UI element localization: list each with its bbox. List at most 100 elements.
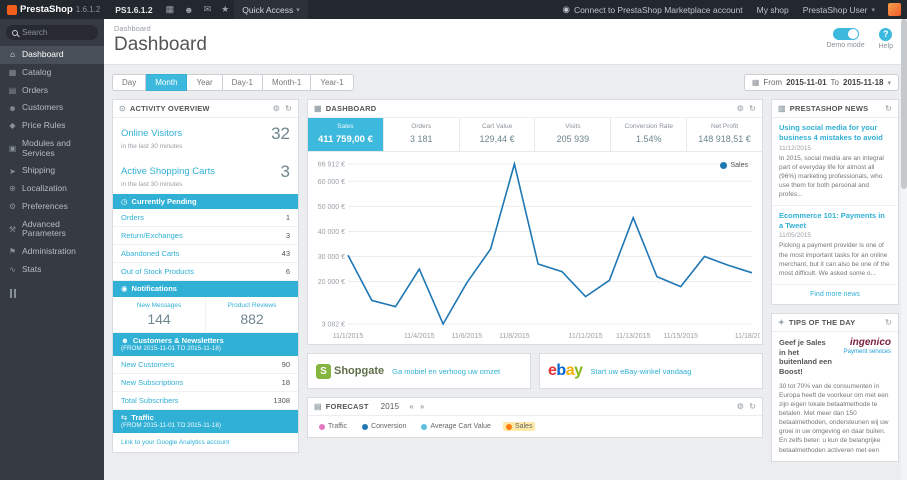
- customers-icon: ☻: [121, 335, 129, 345]
- forecast-legend-traffic[interactable]: Traffic: [316, 422, 350, 431]
- month-button[interactable]: Month: [146, 74, 188, 91]
- quick-access-menu[interactable]: Quick Access ▾: [234, 0, 308, 19]
- news-article: Using social media for your business 4 m…: [772, 118, 898, 206]
- sidebar-item-advanced-parameters[interactable]: ⚒ Advanced Parameters: [0, 216, 104, 244]
- kpi-visits[interactable]: Visits 205 939: [535, 118, 612, 151]
- sidebar-item-dashboard[interactable]: ⌂ Dashboard: [0, 46, 104, 64]
- previous-arrow-icon[interactable]: «: [409, 402, 415, 411]
- abandoned-carts-link[interactable]: Abandoned Carts: [121, 249, 179, 258]
- shop-name[interactable]: PS1.6.1.2: [107, 0, 160, 19]
- messages-icon[interactable]: ✉: [199, 0, 217, 19]
- month-1-button[interactable]: Month-1: [262, 74, 312, 91]
- sidebar-item-price-rules[interactable]: ◆ Price Rules: [0, 117, 104, 135]
- sidebar-item-modules[interactable]: ▣ Modules and Services: [0, 135, 104, 163]
- sidebar-collapse-button[interactable]: [10, 288, 22, 298]
- panel-actions: ⚙ ↻: [737, 402, 756, 411]
- shopgate-link[interactable]: Ga mobiel en verhoog uw omzet: [392, 367, 500, 376]
- news-article: Ecommerce 101: Payments in a Tweet 11/05…: [772, 206, 898, 285]
- sidebar-item-catalog[interactable]: ▦ Catalog: [0, 64, 104, 82]
- pending-returns-link[interactable]: Return/Exchanges: [121, 231, 183, 240]
- total-subscribers-link[interactable]: Total Subscribers: [121, 396, 179, 405]
- sidebar-item-localization[interactable]: ⊕ Localization: [0, 180, 104, 198]
- marketplace-link[interactable]: ◉ Connect to PrestaShop Marketplace acco…: [556, 0, 750, 19]
- active-carts-link[interactable]: Active Shopping Carts: [121, 166, 215, 177]
- help-label: Help: [878, 43, 893, 50]
- tips-panel-title: TIPS OF THE DAY: [788, 317, 856, 327]
- customers-topbar-icon[interactable]: ☻: [179, 0, 198, 19]
- forecast-legend-dot: [421, 423, 428, 430]
- new-messages-cell[interactable]: New Messages 144: [113, 296, 206, 332]
- kpi-net-profit-value: 148 918,51 €: [698, 134, 751, 144]
- online-visitors-link[interactable]: Online Visitors: [121, 128, 182, 139]
- scrollbar-thumb[interactable]: [901, 19, 907, 189]
- ebay-link[interactable]: Start uw eBay-winkel vandaag: [591, 367, 692, 376]
- sidebar-search[interactable]: [6, 25, 98, 40]
- kpi-visits-label: Visits: [565, 123, 581, 130]
- search-input[interactable]: [22, 28, 90, 37]
- forecast-legend-average-cart-value[interactable]: Average Cart Value: [418, 422, 493, 431]
- forecast-legend-conversion[interactable]: Conversion: [359, 422, 409, 431]
- my-shop-link[interactable]: My shop: [750, 0, 796, 19]
- new-customers-link[interactable]: New Customers: [121, 360, 174, 369]
- new-messages-label: New Messages: [136, 301, 182, 309]
- forecast-legend-sales[interactable]: Sales: [502, 422, 536, 431]
- refresh-icon[interactable]: ↻: [885, 318, 892, 327]
- gear-icon[interactable]: ⚙: [273, 104, 280, 113]
- forecast-legend-dot: [505, 423, 512, 430]
- cart-icon[interactable]: ▦: [161, 0, 180, 19]
- new-subscriptions-link[interactable]: New Subscriptions: [121, 378, 183, 387]
- dashboard-columns: ⊙ ACTIVITY OVERVIEW ⚙ ↻ Online Visitors …: [104, 96, 907, 470]
- page-scrollbar[interactable]: [901, 19, 907, 480]
- refresh-icon[interactable]: ↻: [749, 104, 756, 113]
- shopgate-banner[interactable]: S Shopgate Ga mobiel en verhoog uw omzet: [307, 353, 531, 389]
- sidebar-item-orders[interactable]: ▤ Orders: [0, 82, 104, 100]
- kpi-cart-value-value: 129,44 €: [479, 134, 515, 144]
- kpi-orders[interactable]: Orders 3 181: [384, 118, 460, 151]
- panel-actions: ⚙ ↻: [737, 104, 756, 113]
- help-icon[interactable]: ?: [879, 28, 893, 41]
- refresh-icon[interactable]: ↻: [285, 104, 292, 113]
- forecast-panel-title: FORECAST: [325, 402, 369, 411]
- date-range-picker[interactable]: ▦ From 2015-11-01 To 2015-11-18 ▾: [743, 74, 899, 91]
- ebay-banner[interactable]: ebay Start uw eBay-winkel vandaag: [539, 353, 763, 389]
- sidebar-item-stats[interactable]: ∿ Stats: [0, 261, 104, 279]
- news-article-title[interactable]: Ecommerce 101: Payments in a Tweet: [779, 211, 891, 231]
- refresh-icon[interactable]: ↻: [885, 104, 892, 113]
- user-menu-label: PrestaShop User: [802, 4, 868, 15]
- news-article-title[interactable]: Using social media for your business 4 m…: [779, 123, 891, 143]
- ingenico-logo[interactable]: ingenico Payment services: [839, 337, 891, 356]
- next-arrow-icon[interactable]: »: [420, 402, 426, 411]
- panel-actions: ↻: [885, 104, 892, 113]
- tag-icon: ◆: [9, 121, 16, 131]
- svg-text:40 000 €: 40 000 €: [318, 229, 345, 236]
- product-reviews-cell[interactable]: Product Reviews 882: [206, 297, 298, 332]
- forecast-year[interactable]: 2015: [381, 402, 400, 411]
- chart-legend[interactable]: Sales: [720, 162, 748, 169]
- sidebar-item-administration[interactable]: ⚑ Administration: [0, 243, 104, 261]
- year-1-button[interactable]: Year-1: [311, 74, 354, 91]
- day-1-button[interactable]: Day-1: [222, 74, 263, 91]
- svg-text:66 912 €: 66 912 €: [318, 162, 345, 169]
- user-menu[interactable]: PrestaShop User ▾: [796, 0, 882, 19]
- kpi-cart-value[interactable]: Cart Value 129,44 €: [460, 118, 536, 151]
- star-icon[interactable]: ★: [216, 0, 234, 19]
- refresh-icon[interactable]: ↻: [749, 402, 756, 411]
- google-analytics-link[interactable]: Link to your Google Analytics account: [113, 433, 298, 452]
- prestashop-logo[interactable]: PrestaShop 1.6.1.2: [0, 0, 107, 19]
- out-of-stock-link[interactable]: Out of Stock Products: [121, 267, 194, 276]
- gear-icon[interactable]: ⚙: [737, 104, 744, 113]
- gear-icon[interactable]: ⚙: [737, 402, 744, 411]
- sidebar-item-shipping[interactable]: ➤ Shipping: [0, 162, 104, 180]
- avatar[interactable]: [888, 3, 901, 16]
- sidebar-item-customers[interactable]: ☻ Customers: [0, 99, 104, 117]
- sidebar-item-preferences[interactable]: ⚙ Preferences: [0, 198, 104, 216]
- kpi-sales[interactable]: Sales 411 759,00 €: [308, 118, 384, 151]
- kpi-net-profit[interactable]: Net Profit 148 918,51 €: [687, 118, 762, 151]
- demo-mode-toggle[interactable]: [832, 28, 859, 40]
- find-more-news-link[interactable]: Find more news: [772, 285, 898, 304]
- notifications-row: New Messages 144 Product Reviews 882: [113, 296, 298, 333]
- pending-orders-link[interactable]: Orders: [121, 213, 144, 222]
- year-button[interactable]: Year: [187, 74, 223, 91]
- day-button[interactable]: Day: [112, 74, 147, 91]
- kpi-conversion-rate[interactable]: Conversion Rate 1.54%: [611, 118, 688, 151]
